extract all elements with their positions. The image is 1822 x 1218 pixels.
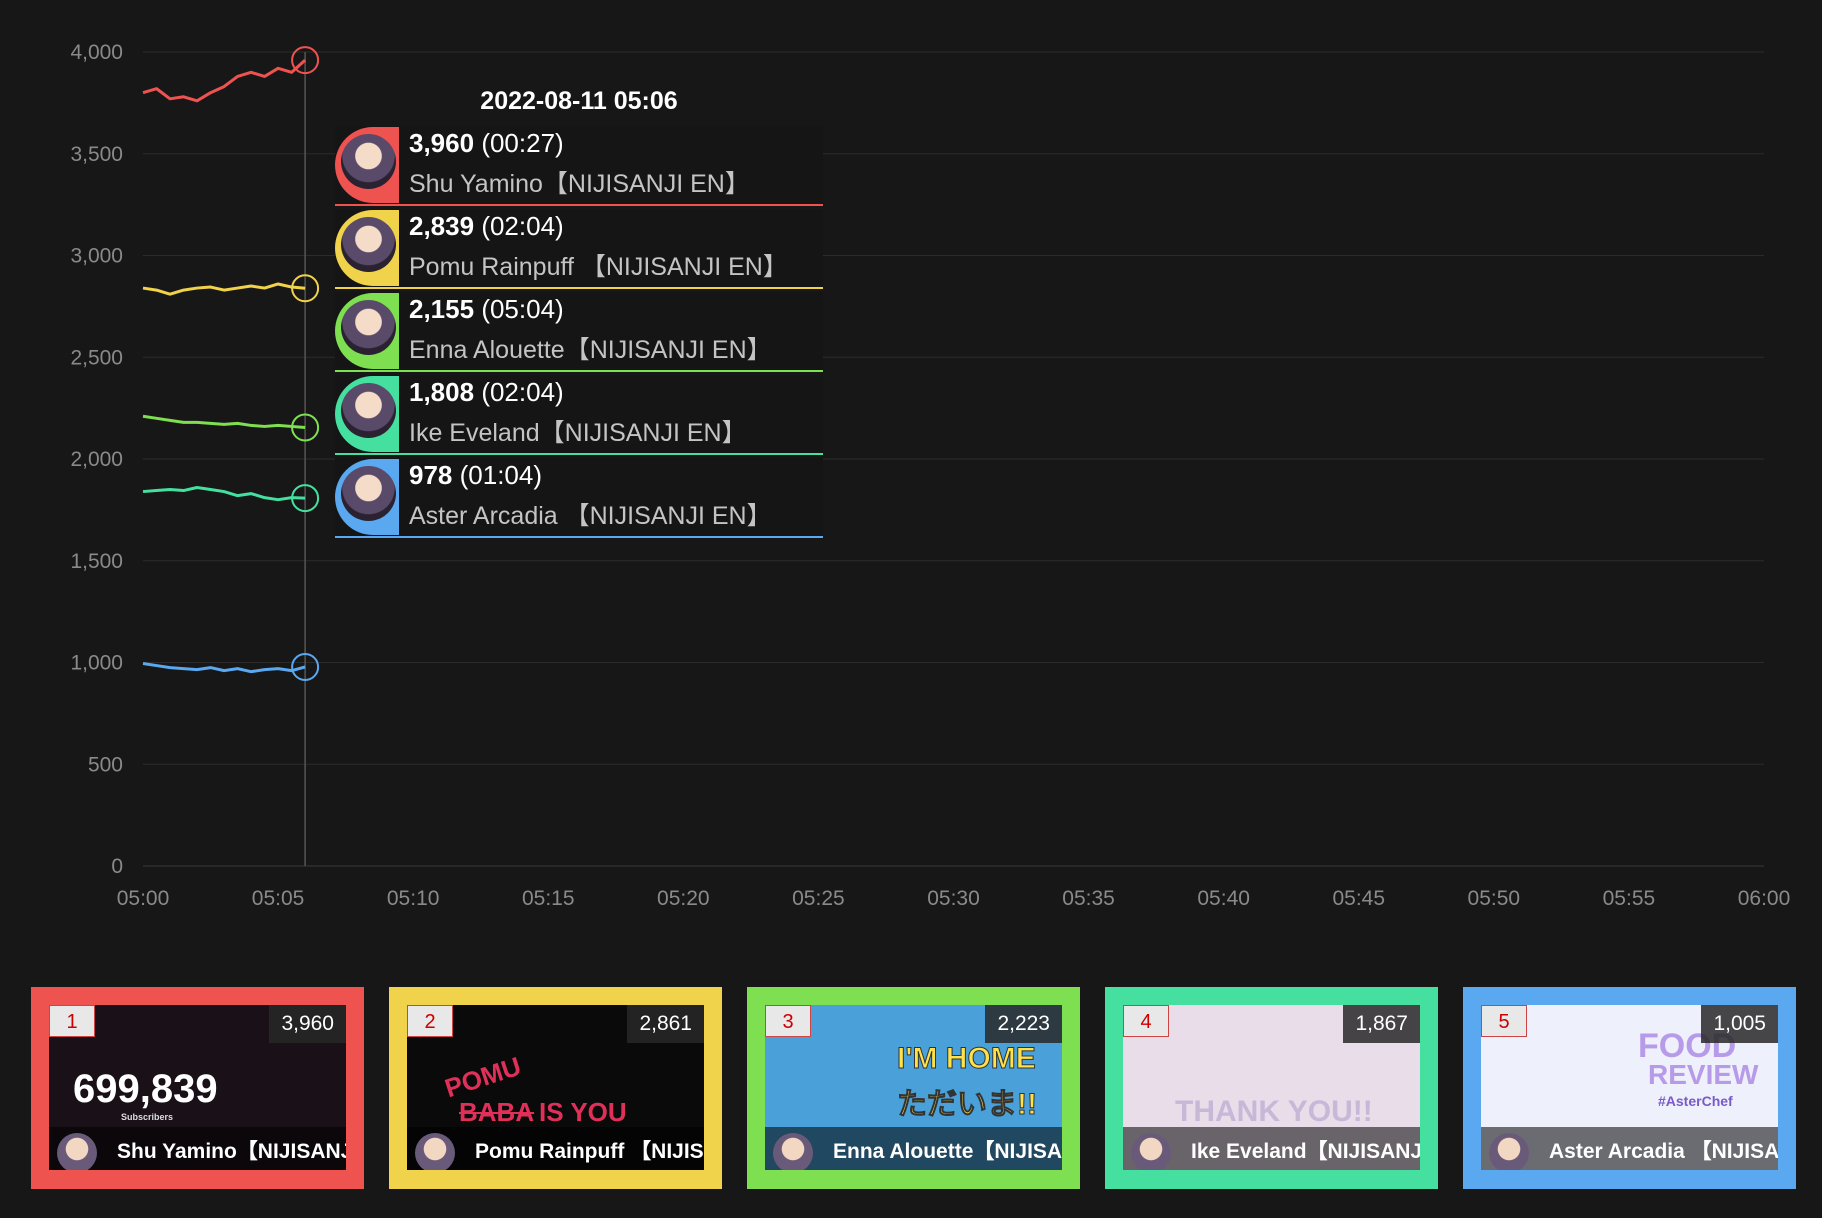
channel-card[interactable]: POMU BABA IS YOU 2 2,861 Pomu Rainpuff 【NIJIS… — [389, 987, 722, 1189]
x-tick-label: 05:45 — [1332, 887, 1385, 910]
avatar — [335, 127, 399, 203]
avatar — [773, 1133, 813, 1170]
x-tick-label: 05:50 — [1468, 887, 1521, 910]
tooltip-row: 3,960 (00:27) Shu Yamino【NIJISANJI EN】 — [335, 126, 823, 206]
avatar — [57, 1133, 97, 1170]
y-axis-ticks: 0 500 1,000 1,500 2,000 2,500 3,000 3,500 4,000 — [70, 41, 123, 878]
tooltip-channel-name: Enna Alouette【NIJISANJI EN】 — [409, 336, 772, 364]
channel-name: Pomu Rainpuff 【NIJISANJI EN】 — [475, 1140, 704, 1163]
tooltip-row: 978 (01:04) Aster Arcadia 【NIJISANJI EN】 — [335, 458, 823, 538]
viewer-count: 3,960 — [269, 1005, 346, 1043]
x-tick-label: 05:30 — [927, 887, 980, 910]
channel-namebar: Shu Yamino【NIJISANJI EN】 — [49, 1127, 346, 1170]
tooltip-channel-name: Shu Yamino【NIJISANJI EN】 — [409, 170, 750, 198]
channel-namebar: Enna Alouette【NIJISANJI EN】 — [765, 1127, 1062, 1170]
tooltip-row: 2,839 (02:04) Pomu Rainpuff 【NIJISANJI EN… — [335, 209, 823, 289]
viewer-count: 1,005 — [1701, 1005, 1778, 1043]
tooltip-value: 1,808 (02:04) — [409, 377, 564, 407]
avatar-image — [341, 383, 396, 438]
thumb-text: THANK YOU!! — [1175, 1095, 1373, 1128]
tooltip-value: 978 (01:04) — [409, 460, 543, 490]
avatar-image — [341, 466, 396, 521]
x-tick-label: 05:25 — [792, 887, 845, 910]
channel-card[interactable]: I'M HOME ただいま!! 3 2,223 Enna Alouette【NIJISA… — [747, 987, 1080, 1189]
tooltip-channel-name: Pomu Rainpuff 【NIJISANJI EN】 — [409, 253, 788, 281]
avatar — [1131, 1133, 1171, 1170]
thumb-text: #AsterChef — [1658, 1093, 1733, 1109]
rank-badge: 3 — [765, 1005, 811, 1037]
line-chart: 05001,0001,5002,0002,5003,0003,5004,000 … — [70, 41, 1791, 910]
channel-namebar: Ike Eveland【NIJISANJI EN】 — [1123, 1127, 1420, 1170]
tooltip-value: 2,839 (02:04) — [409, 211, 564, 241]
avatar — [335, 376, 399, 452]
x-tick-label: 05:10 — [387, 887, 440, 910]
channel-namebar: Pomu Rainpuff 【NIJISANJI EN】 — [407, 1127, 704, 1170]
thumb-text: BABA — [459, 1097, 535, 1127]
channel-card[interactable]: THANK YOU!! 4 1,867 Ike Eveland【NIJISANJI E… — [1105, 987, 1438, 1189]
subscriber-label: Subscribers — [121, 1112, 174, 1122]
thumb-text: IS YOU — [539, 1097, 627, 1127]
thumb-text: I'M HOME — [897, 1042, 1037, 1076]
rank-badge: 2 — [407, 1005, 453, 1037]
x-axis-ticks: 05:00 05:05 05:10 05:15 05:20 05:25 05:30 05:35… — [117, 887, 1791, 910]
rank-badge: 1 — [49, 1005, 95, 1037]
series-line — [142, 59, 307, 103]
channel-name: Ike Eveland【NIJISANJI EN】 — [1191, 1140, 1420, 1163]
series-line — [142, 282, 306, 296]
y-tick-label: 3,500 — [70, 143, 123, 166]
x-tick-label: 05:00 — [117, 887, 170, 910]
y-tick-label: 2,500 — [70, 346, 123, 369]
series-line — [142, 414, 306, 429]
channel-name: Enna Alouette【NIJISANJI EN】 — [833, 1140, 1062, 1163]
tooltip-title: 2022-08-11 05:06 — [480, 87, 678, 115]
x-tick-label: 05:20 — [657, 887, 710, 910]
y-tick-label: 1,500 — [70, 550, 123, 573]
avatar-image — [341, 300, 396, 355]
thumb-text: ただいま!! — [897, 1088, 1038, 1122]
avatar — [335, 459, 399, 535]
series-line — [142, 662, 306, 674]
tooltip-row: 2,155 (05:04) Enna Alouette【NIJISANJI EN】 — [335, 292, 823, 372]
viewer-count: 2,223 — [985, 1005, 1062, 1043]
avatar — [1489, 1133, 1529, 1170]
y-tick-label: 500 — [88, 753, 123, 776]
y-tick-label: 0 — [111, 855, 123, 878]
avatar — [415, 1133, 455, 1170]
tooltip-channel-name: Ike Eveland【NIJISANJI EN】 — [409, 419, 747, 447]
tooltip-channel-name: Aster Arcadia 【NIJISANJI EN】 — [409, 502, 772, 530]
tooltip-value: 3,960 (00:27) — [409, 128, 564, 158]
rank-badge: 4 — [1123, 1005, 1169, 1037]
tooltip-value: 2,155 (05:04) — [409, 294, 564, 324]
y-tick-label: 2,000 — [70, 448, 123, 471]
rank-badge: 5 — [1481, 1005, 1527, 1037]
channel-card[interactable]: FOOD REVIEW #AsterChef 5 1,005 Aster Arcadia … — [1463, 987, 1796, 1189]
avatar-image — [341, 217, 396, 272]
x-tick-label: 05:40 — [1197, 887, 1250, 910]
x-tick-label: 06:00 — [1738, 887, 1791, 910]
hover-tooltip: 2022-08-11 05:06 3,960 (00:27) Shu Yamino… — [335, 86, 823, 541]
x-tick-label: 05:05 — [252, 887, 305, 910]
avatar-image — [341, 134, 396, 189]
subscriber-count: 699,839 — [73, 1067, 218, 1111]
series-lines — [142, 59, 307, 674]
x-tick-label: 05:15 — [522, 887, 575, 910]
channel-namebar: Aster Arcadia 【NIJISANJI EN】 — [1481, 1127, 1778, 1170]
avatar — [335, 210, 399, 286]
channel-name: Shu Yamino【NIJISANJI EN】 — [117, 1140, 346, 1163]
y-tick-label: 1,000 — [70, 652, 123, 675]
x-tick-label: 05:35 — [1062, 887, 1115, 910]
y-tick-label: 4,000 — [70, 41, 123, 64]
y-tick-label: 3,000 — [70, 245, 123, 268]
avatar — [335, 293, 399, 369]
channel-name: Aster Arcadia 【NIJISANJI EN】 — [1549, 1140, 1778, 1163]
viewer-count: 2,861 — [627, 1005, 704, 1043]
viewer-count: 1,867 — [1343, 1005, 1420, 1043]
channel-card[interactable]: 699,839 Subscribers 1 3,960 Shu Yamino【NIJIS… — [31, 987, 364, 1189]
series-line — [142, 485, 306, 502]
x-tick-label: 05:55 — [1603, 887, 1656, 910]
tooltip-row: 1,808 (02:04) Ike Eveland【NIJISANJI EN】 — [335, 375, 823, 455]
thumb-text: REVIEW — [1648, 1059, 1759, 1090]
